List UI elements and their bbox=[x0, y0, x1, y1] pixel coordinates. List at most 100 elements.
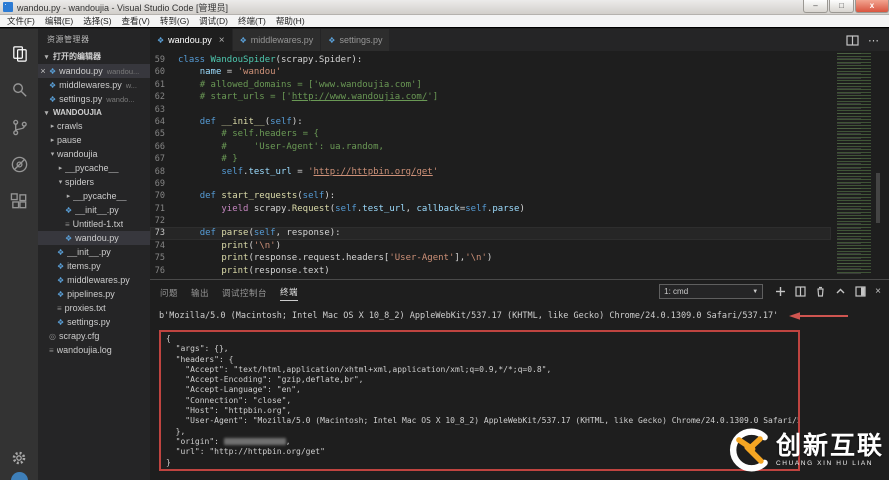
line-number: 62 bbox=[154, 92, 165, 103]
code-line: 72 bbox=[150, 215, 831, 227]
tree-item[interactable]: ❖ __init__.py bbox=[38, 203, 150, 217]
tree-item[interactable]: ▸ __pycache__ bbox=[38, 161, 150, 175]
code-line: 69 bbox=[150, 178, 831, 190]
tree-item[interactable]: ❖ __init__.py bbox=[38, 245, 150, 259]
more-actions-icon[interactable]: ⋯ bbox=[868, 34, 879, 47]
tree-item[interactable]: ❖ settings.py bbox=[38, 315, 150, 329]
code-text: print(response.text) bbox=[221, 265, 330, 276]
open-editors-list: × ❖ wandou.py wandou... ❖ middlewares.py w...… bbox=[38, 64, 150, 106]
tree-item-label: spiders bbox=[65, 177, 95, 187]
tree-item[interactable]: ≡ Untitled-1.txt bbox=[38, 217, 150, 231]
terminal-json-line: }, bbox=[166, 426, 186, 436]
tree-item[interactable]: ▾ spiders bbox=[38, 175, 150, 189]
debug-icon[interactable] bbox=[0, 146, 38, 183]
panel-tab[interactable]: 输出 bbox=[191, 283, 209, 301]
code-editor[interactable]: 59 class WandouSpider(scrapy.Spider): 60 n… bbox=[150, 51, 889, 279]
terminal-json-line: "url": "http://httpbin.org/get" bbox=[166, 447, 325, 457]
title-bar: wandou.py - wandoujia - Visual Studio Co… bbox=[0, 0, 889, 15]
kill-terminal-icon[interactable] bbox=[815, 286, 826, 297]
tree-item[interactable]: ❖ pipelines.py bbox=[38, 287, 150, 301]
file-name: wandou.py bbox=[59, 66, 103, 76]
tree-item-label: crawls bbox=[57, 121, 83, 131]
close-icon[interactable]: × bbox=[38, 66, 48, 76]
line-number: 70 bbox=[154, 191, 165, 202]
extensions-icon[interactable] bbox=[0, 183, 38, 220]
annotation-red-box: { "args": {}, "headers": { "Accept": "te… bbox=[159, 330, 800, 471]
tree-item[interactable]: ❖ wandou.py bbox=[38, 231, 150, 245]
python-file-icon: ❖ bbox=[49, 94, 57, 104]
panel-tab[interactable]: 终端 bbox=[280, 282, 299, 301]
maximize-panel-icon[interactable] bbox=[835, 286, 846, 297]
terminal-json-line: "args": {}, bbox=[166, 344, 229, 354]
open-editor-item[interactable]: ❖ settings.py wando... bbox=[38, 92, 150, 106]
menu-item[interactable]: 调试(D) bbox=[194, 15, 233, 27]
panel-tab[interactable]: 调试控制台 bbox=[222, 283, 267, 301]
python-file-icon: ❖ bbox=[328, 35, 336, 45]
code-text: print('\n') bbox=[221, 240, 281, 251]
tab-wandou-py[interactable]: ❖ wandou.py × bbox=[150, 29, 233, 51]
line-number: 72 bbox=[154, 216, 165, 227]
account-icon[interactable] bbox=[10, 472, 28, 480]
settings-gear-icon[interactable] bbox=[11, 450, 27, 466]
menu-item[interactable]: 选择(S) bbox=[78, 15, 116, 27]
menu-item[interactable]: 查看(V) bbox=[117, 15, 155, 27]
tree-item[interactable]: ▸ pause bbox=[38, 133, 150, 147]
python-file-icon: ❖ bbox=[49, 66, 57, 76]
line-number: 60 bbox=[154, 67, 165, 78]
open-editor-item[interactable]: × ❖ wandou.py wandou... bbox=[38, 64, 150, 78]
code-text: class WandouSpider(scrapy.Spider): bbox=[178, 55, 363, 65]
split-terminal-icon[interactable] bbox=[795, 286, 806, 297]
maximize-button[interactable]: □ bbox=[829, 0, 854, 13]
tab-label: middlewares.py bbox=[250, 35, 314, 45]
search-icon[interactable] bbox=[0, 72, 38, 109]
open-editors-header[interactable]: ▾ 打开的编辑器 bbox=[38, 49, 150, 64]
source-control-icon[interactable] bbox=[0, 109, 38, 146]
explorer-icon[interactable] bbox=[0, 35, 38, 72]
code-line: 76 print(response.text) bbox=[150, 265, 831, 277]
tree-item[interactable]: ❖ items.py bbox=[38, 259, 150, 273]
tab-middlewares-py[interactable]: ❖ middlewares.py bbox=[232, 29, 322, 51]
menu-item[interactable]: 帮助(H) bbox=[271, 15, 310, 27]
new-terminal-icon[interactable] bbox=[775, 286, 786, 297]
tree-item[interactable]: ≡ wandoujia.log bbox=[38, 343, 150, 357]
chevron-right-icon: ▸ bbox=[50, 137, 55, 144]
tree-item-label: wandoujia.log bbox=[56, 345, 112, 355]
py-file-icon: ❖ bbox=[57, 261, 65, 271]
terminal-select[interactable]: 1: cmd ▼ bbox=[659, 284, 764, 299]
minimize-button[interactable]: – bbox=[803, 0, 828, 13]
code-text: # } bbox=[221, 154, 238, 165]
tab-settings-py[interactable]: ❖ settings.py bbox=[321, 29, 391, 51]
split-editor-icon[interactable] bbox=[846, 34, 859, 46]
move-panel-icon[interactable] bbox=[855, 286, 866, 297]
tree-item[interactable]: ▸ __pycache__ bbox=[38, 189, 150, 203]
tab-label: settings.py bbox=[339, 35, 383, 45]
close-button[interactable]: x bbox=[855, 0, 889, 13]
tree-item[interactable]: ▸ crawls bbox=[38, 119, 150, 133]
panel-tab[interactable]: 问题 bbox=[160, 283, 178, 301]
open-editor-item[interactable]: ❖ middlewares.py w... bbox=[38, 78, 150, 92]
close-panel-icon[interactable]: × bbox=[875, 286, 881, 297]
minimap-slider[interactable] bbox=[876, 173, 880, 223]
tree-item[interactable]: ❖ middlewares.py bbox=[38, 273, 150, 287]
tree-item-label: __pycache__ bbox=[65, 163, 119, 173]
menu-item[interactable]: 编辑(E) bbox=[40, 15, 78, 27]
terminal-json-line: "Accept": "text/html,application/xhtml+x… bbox=[166, 364, 552, 374]
tree-item[interactable]: ▾ wandoujia bbox=[38, 147, 150, 161]
tree-item-label: __pycache__ bbox=[73, 191, 127, 201]
tree-item[interactable]: ◎ scrapy.cfg bbox=[38, 329, 150, 343]
code-text: def start_requests(self): bbox=[199, 191, 336, 202]
tree-item[interactable]: ≡ proxies.txt bbox=[38, 301, 150, 315]
project-section-header[interactable]: ▾ WANDOUJIA bbox=[38, 106, 150, 119]
code-text: # 'User-Agent': ua.random, bbox=[221, 141, 384, 152]
explorer-sidebar: 资源管理器 ▾ 打开的编辑器 × ❖ wandou.py wandou... ❖ mid… bbox=[38, 29, 150, 480]
menu-item[interactable]: 终端(T) bbox=[233, 15, 271, 27]
close-icon[interactable]: × bbox=[219, 35, 225, 46]
file-tree: ▸ crawls ▸ pause ▾ wandoujia ▸ __pycache__ ▾ spid… bbox=[38, 119, 150, 357]
py-file-icon: ❖ bbox=[57, 247, 65, 257]
terminal-json-line: "Connection": "close", bbox=[166, 395, 292, 405]
menu-item[interactable]: 转到(G) bbox=[155, 15, 194, 27]
watermark: 创新互联 CHUANG XIN HU LIAN bbox=[727, 428, 884, 472]
code-text: yield scrapy.Request(self.test_url, call… bbox=[221, 203, 525, 214]
minimap[interactable] bbox=[837, 53, 882, 275]
menu-item[interactable]: 文件(F) bbox=[2, 15, 40, 27]
